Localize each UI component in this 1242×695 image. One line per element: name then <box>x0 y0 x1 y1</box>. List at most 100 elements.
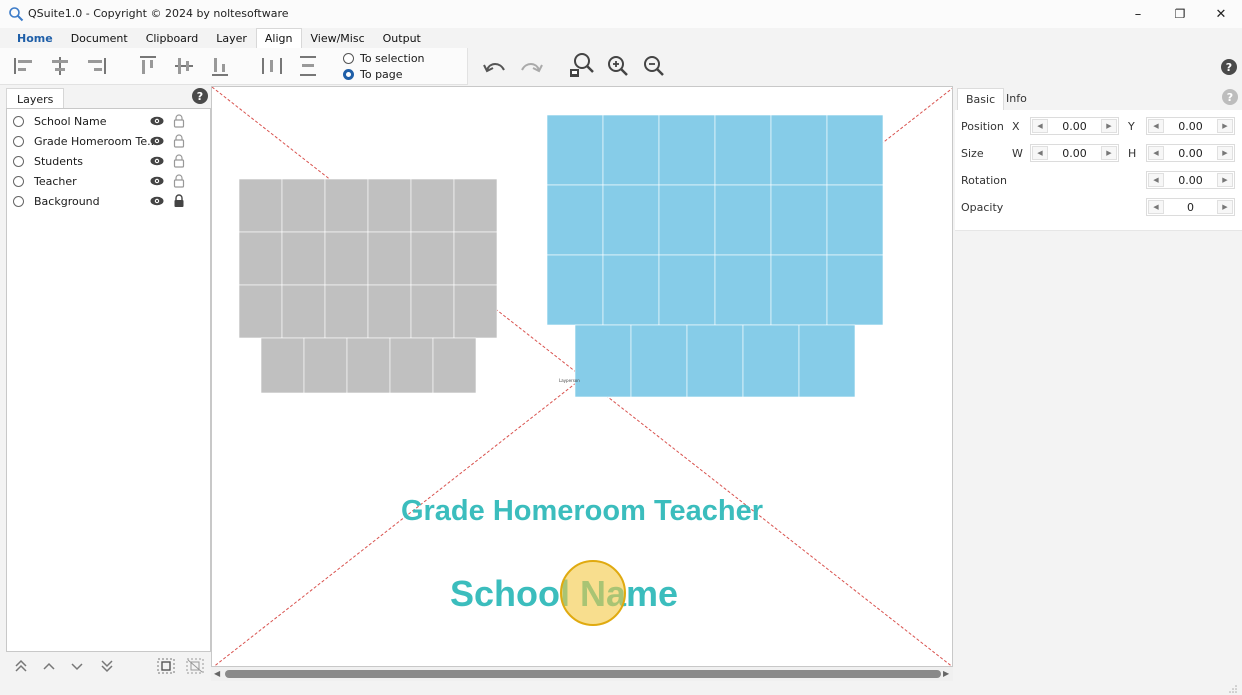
tab-clipboard[interactable]: Clipboard <box>137 28 208 48</box>
student-photo[interactable] <box>367 284 412 339</box>
position-x-value[interactable]: 0.00 <box>1049 120 1100 133</box>
to-page-radio[interactable] <box>343 69 354 80</box>
opacity-spinner[interactable]: ◀ 0 ▶ <box>1146 198 1235 216</box>
to-selection-option[interactable]: To selection <box>343 52 425 65</box>
tab-info[interactable]: Info <box>998 90 1035 107</box>
unlock-icon[interactable] <box>173 134 185 148</box>
zoom-out-icon[interactable] <box>640 52 668 80</box>
decrement-icon[interactable]: ◀ <box>1148 200 1164 214</box>
canvas-horizontal-scrollbar[interactable]: ◀ ▶ <box>211 667 953 681</box>
close-button[interactable]: ✕ <box>1201 0 1241 28</box>
teacher-photo[interactable] <box>826 184 884 256</box>
grade-homeroom-teacher-text[interactable]: Grade Homeroom Teacher <box>401 495 763 527</box>
distribute-vertical-icon[interactable] <box>294 52 322 80</box>
student-photo[interactable] <box>324 284 369 339</box>
layer-select-radio[interactable] <box>13 176 24 187</box>
student-photo[interactable] <box>367 178 412 233</box>
tab-view-misc[interactable]: View/Misc <box>302 28 374 48</box>
ribbon-help-icon[interactable]: ? <box>1221 59 1237 75</box>
tab-align[interactable]: Align <box>255 28 302 48</box>
unlock-icon[interactable] <box>173 154 185 168</box>
size-h-value[interactable]: 0.00 <box>1165 147 1216 160</box>
increment-icon[interactable]: ▶ <box>1217 119 1233 133</box>
student-photo[interactable] <box>260 337 305 394</box>
rotation-value[interactable]: 0.00 <box>1165 174 1216 187</box>
student-photo[interactable] <box>346 337 391 394</box>
layer-item-teacher[interactable]: Teacher <box>11 172 207 192</box>
teacher-photo[interactable] <box>714 184 772 256</box>
to-selection-radio[interactable] <box>343 53 354 64</box>
position-x-spinner[interactable]: ◀ 0.00 ▶ <box>1030 117 1119 135</box>
teacher-photo[interactable] <box>742 324 800 398</box>
eye-icon[interactable] <box>150 196 164 206</box>
increment-icon[interactable]: ▶ <box>1101 119 1117 133</box>
align-top-icon[interactable] <box>134 52 162 80</box>
teacher-photo[interactable] <box>574 324 632 398</box>
zoom-fit-icon[interactable] <box>567 52 595 80</box>
teacher-photo[interactable] <box>602 114 660 186</box>
teacher-photo[interactable] <box>770 114 828 186</box>
minimize-button[interactable]: – <box>1118 0 1158 28</box>
align-left-icon[interactable] <box>10 52 38 80</box>
teacher-photo[interactable] <box>602 184 660 256</box>
teacher-photo[interactable] <box>826 114 884 186</box>
move-up-icon[interactable] <box>42 659 56 673</box>
decrement-icon[interactable]: ◀ <box>1148 146 1164 160</box>
layer-select-radio[interactable] <box>13 196 24 207</box>
student-photo[interactable] <box>281 178 326 233</box>
student-photos-group[interactable] <box>238 178 498 394</box>
scrollbar-thumb[interactable] <box>225 670 941 678</box>
opacity-value[interactable]: 0 <box>1165 201 1216 214</box>
student-photo[interactable] <box>453 231 498 286</box>
student-photo[interactable] <box>281 231 326 286</box>
teacher-photo[interactable] <box>630 324 688 398</box>
teacher-photo[interactable] <box>770 254 828 326</box>
align-middle-vertical-icon[interactable] <box>170 52 198 80</box>
tab-layer[interactable]: Layer <box>207 28 256 48</box>
zoom-in-icon[interactable] <box>604 52 632 80</box>
teacher-photo[interactable] <box>658 184 716 256</box>
student-photo[interactable] <box>324 178 369 233</box>
teacher-photo[interactable] <box>546 184 604 256</box>
student-photo[interactable] <box>238 178 283 233</box>
student-photo[interactable] <box>238 231 283 286</box>
scroll-left-icon[interactable]: ◀ <box>214 669 220 678</box>
increment-icon[interactable]: ▶ <box>1217 146 1233 160</box>
resize-grip-icon[interactable] <box>1226 682 1238 694</box>
student-photo[interactable] <box>303 337 348 394</box>
student-photo[interactable] <box>238 284 283 339</box>
decrement-icon[interactable]: ◀ <box>1148 119 1164 133</box>
student-photo[interactable] <box>410 284 455 339</box>
teacher-photo[interactable] <box>798 324 856 398</box>
properties-help-icon[interactable]: ? <box>1222 89 1238 105</box>
align-right-icon[interactable] <box>82 52 110 80</box>
eye-icon[interactable] <box>150 136 164 146</box>
student-photo[interactable] <box>367 231 412 286</box>
teacher-photo[interactable] <box>546 114 604 186</box>
align-bottom-icon[interactable] <box>206 52 234 80</box>
teacher-photo[interactable] <box>826 254 884 326</box>
layer-select-radio[interactable] <box>13 136 24 147</box>
eye-icon[interactable] <box>150 116 164 126</box>
decrement-icon[interactable]: ◀ <box>1148 173 1164 187</box>
layer-item-grade-homeroom-teacher[interactable]: Grade Homeroom Te... <box>11 132 207 152</box>
teacher-photo[interactable] <box>714 114 772 186</box>
student-photo[interactable] <box>453 284 498 339</box>
student-photo[interactable] <box>281 284 326 339</box>
eye-icon[interactable] <box>150 176 164 186</box>
unlock-icon[interactable] <box>173 174 185 188</box>
rotation-spinner[interactable]: ◀ 0.00 ▶ <box>1146 171 1235 189</box>
increment-icon[interactable]: ▶ <box>1101 146 1117 160</box>
teacher-photo[interactable] <box>686 324 744 398</box>
teacher-photo[interactable] <box>658 114 716 186</box>
teacher-photo[interactable] <box>602 254 660 326</box>
size-w-spinner[interactable]: ◀ 0.00 ▶ <box>1030 144 1119 162</box>
size-h-spinner[interactable]: ◀ 0.00 ▶ <box>1146 144 1235 162</box>
layer-select-radio[interactable] <box>13 156 24 167</box>
lock-icon[interactable] <box>173 194 185 208</box>
position-y-spinner[interactable]: ◀ 0.00 ▶ <box>1146 117 1235 135</box>
decrement-icon[interactable]: ◀ <box>1032 119 1048 133</box>
redo-icon[interactable] <box>517 53 545 81</box>
teacher-photo[interactable] <box>770 184 828 256</box>
student-photo[interactable] <box>453 178 498 233</box>
